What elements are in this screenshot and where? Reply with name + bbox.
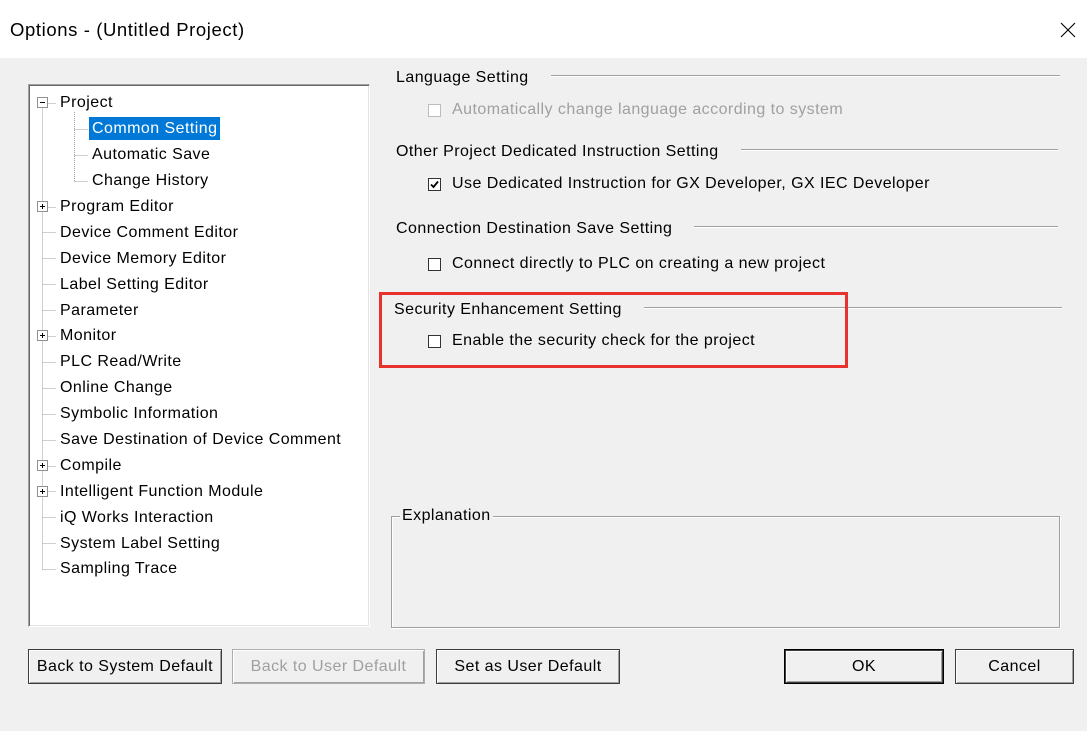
back-to-system-default-button[interactable]: Back to System Default: [28, 649, 222, 684]
tree-item-label[interactable]: Program Editor: [57, 195, 177, 218]
security-check-checkbox[interactable]: Enable the security check for the projec…: [428, 330, 755, 352]
group-title: Language Setting: [396, 69, 529, 86]
tree-item-label[interactable]: Project: [57, 91, 116, 114]
tree-item-label[interactable]: Sampling Trace: [57, 557, 180, 580]
checkbox-box[interactable]: [428, 257, 441, 271]
tree-item-sampling-trace[interactable]: Sampling Trace: [29, 556, 369, 582]
tree-item-label[interactable]: System Label Setting: [57, 532, 223, 555]
tree-item-monitor[interactable]: Monitor: [29, 323, 369, 349]
checkbox-box[interactable]: [428, 177, 441, 191]
expand-icon[interactable]: [37, 330, 48, 342]
close-icon: [1060, 22, 1076, 38]
checkbox-label[interactable]: Automatically change language according …: [452, 99, 843, 121]
checkmark-icon: [430, 180, 439, 188]
title-bar: Options - (Untitled Project): [0, 0, 1087, 58]
checkbox-label[interactable]: Enable the security check for the projec…: [452, 330, 755, 352]
connection-destination-heading: Connection Destination Save Setting: [396, 218, 1058, 240]
tree-item-label[interactable]: Device Memory Editor: [57, 247, 229, 270]
tree-item-device-comment-editor[interactable]: Device Comment Editor: [29, 219, 369, 245]
language-setting-heading: Language Setting: [396, 67, 1060, 89]
expand-icon[interactable]: [37, 459, 48, 471]
explanation-group: Explanation: [391, 506, 1060, 628]
tree-item-label[interactable]: Device Comment Editor: [57, 221, 241, 244]
tree-item-label[interactable]: Common Setting: [89, 117, 221, 141]
tree-item-label[interactable]: Symbolic Information: [57, 402, 221, 425]
tree-item-label[interactable]: Compile: [57, 454, 125, 477]
group-divider: [550, 75, 1060, 77]
group-title: Connection Destination Save Setting: [396, 220, 673, 237]
tree-item-intelligent-function-module[interactable]: Intelligent Function Module: [29, 478, 369, 504]
options-dialog: Options - (Untitled Project) Project Com…: [0, 0, 1087, 731]
tree-item-project[interactable]: Project: [29, 90, 369, 116]
checkbox-label[interactable]: Connect directly to PLC on creating a ne…: [452, 253, 825, 275]
tree-item-label[interactable]: iQ Works Interaction: [57, 506, 217, 529]
tree-item-label[interactable]: Automatic Save: [89, 143, 213, 166]
group-divider: [740, 149, 1058, 151]
tree-list: Project Common Setting Automatic Save Ch…: [29, 90, 369, 582]
group-divider: [694, 226, 1058, 228]
tree-item-iq-works-interaction[interactable]: iQ Works Interaction: [29, 504, 369, 530]
tree-item-label[interactable]: Label Setting Editor: [57, 273, 212, 296]
group-title: Security Enhancement Setting: [394, 301, 622, 318]
tree-item-compile[interactable]: Compile: [29, 452, 369, 478]
tree-item-automatic-save[interactable]: Automatic Save: [29, 142, 369, 168]
ok-button[interactable]: OK: [784, 649, 944, 684]
options-tree[interactable]: Project Common Setting Automatic Save Ch…: [28, 84, 370, 627]
checkbox-box[interactable]: [428, 103, 441, 117]
tree-item-label[interactable]: PLC Read/Write: [57, 350, 185, 373]
tree-item-common-setting[interactable]: Common Setting: [29, 116, 369, 142]
set-as-user-default-button[interactable]: Set as User Default: [436, 649, 620, 684]
close-button[interactable]: [1050, 8, 1086, 52]
expand-icon[interactable]: [37, 485, 48, 497]
tree-item-save-destination-of-device-comment[interactable]: Save Destination of Device Comment: [29, 427, 369, 453]
group-title: Other Project Dedicated Instruction Sett…: [396, 143, 719, 160]
dedicated-instruction-heading: Other Project Dedicated Instruction Sett…: [396, 141, 1058, 163]
back-to-user-default-button[interactable]: Back to User Default: [232, 649, 425, 684]
tree-item-system-label-setting[interactable]: System Label Setting: [29, 530, 369, 556]
tree-item-label[interactable]: Save Destination of Device Comment: [57, 428, 344, 451]
checkbox-box[interactable]: [428, 334, 441, 348]
cancel-button[interactable]: Cancel: [955, 649, 1074, 684]
tree-item-label[interactable]: Intelligent Function Module: [57, 480, 266, 503]
tree-item-change-history[interactable]: Change History: [29, 168, 369, 194]
tree-item-label-setting-editor[interactable]: Label Setting Editor: [29, 271, 369, 297]
expand-icon[interactable]: [37, 201, 48, 212]
window-title: Options - (Untitled Project): [10, 19, 245, 40]
tree-item-label[interactable]: Change History: [89, 169, 212, 192]
explanation-title: Explanation: [400, 506, 493, 526]
tree-item-symbolic-information[interactable]: Symbolic Information: [29, 401, 369, 427]
collapse-icon[interactable]: [37, 97, 48, 109]
tree-item-label[interactable]: Parameter: [57, 299, 142, 322]
tree-item-parameter[interactable]: Parameter: [29, 297, 369, 323]
tree-item-plc-read-write[interactable]: PLC Read/Write: [29, 349, 369, 375]
tree-item-online-change[interactable]: Online Change: [29, 375, 369, 401]
auto-language-checkbox[interactable]: Automatically change language according …: [428, 99, 843, 121]
connect-directly-checkbox[interactable]: Connect directly to PLC on creating a ne…: [428, 253, 825, 275]
dedicated-instruction-checkbox[interactable]: Use Dedicated Instruction for GX Develop…: [428, 173, 930, 195]
security-enhancement-heading: Security Enhancement Setting: [394, 299, 1062, 321]
tree-item-label[interactable]: Online Change: [57, 376, 176, 399]
tree-item-device-memory-editor[interactable]: Device Memory Editor: [29, 245, 369, 271]
tree-item-program-editor[interactable]: Program Editor: [29, 194, 369, 220]
group-divider: [643, 307, 1062, 309]
checkbox-label[interactable]: Use Dedicated Instruction for GX Develop…: [452, 173, 930, 195]
tree-item-label[interactable]: Monitor: [57, 324, 120, 347]
